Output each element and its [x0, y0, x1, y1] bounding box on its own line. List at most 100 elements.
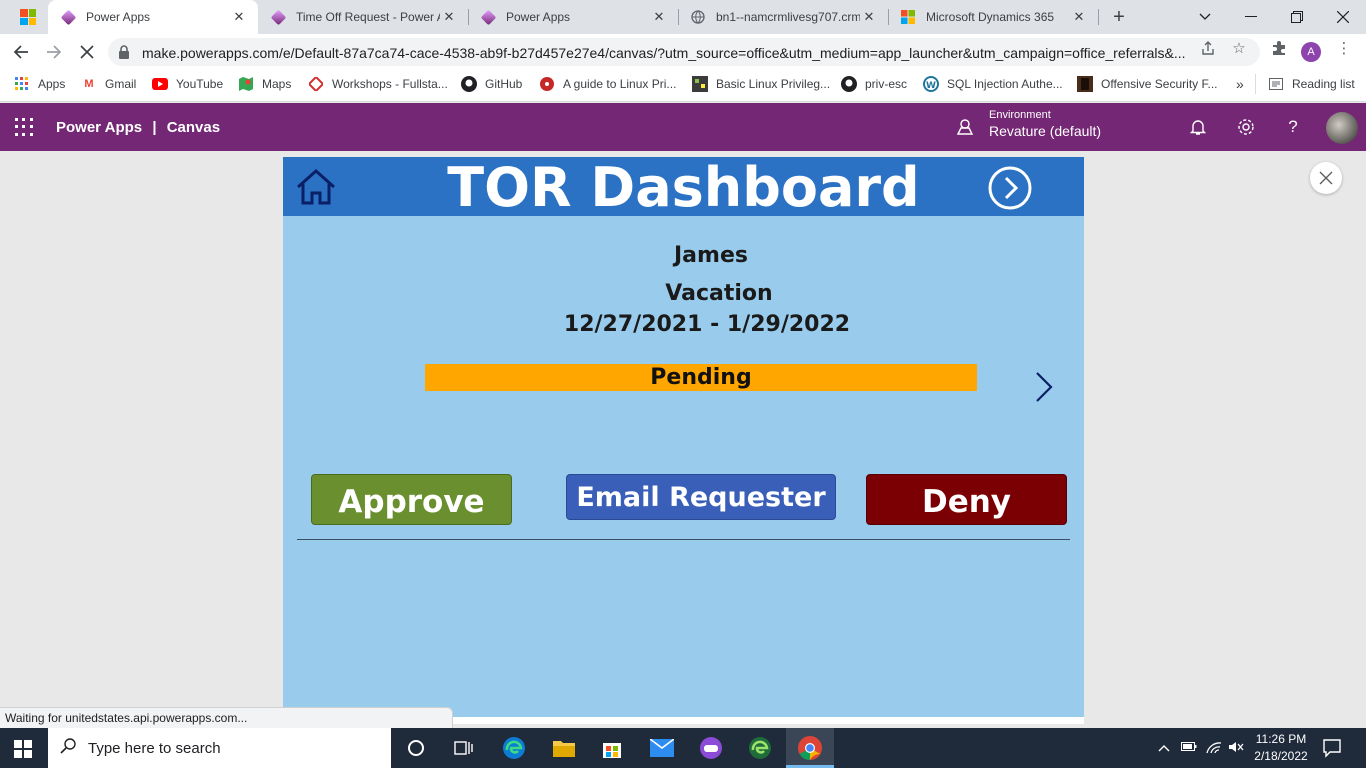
close-tab-icon[interactable]: ✕ — [1070, 8, 1088, 26]
brand-label[interactable]: Power Apps — [56, 119, 142, 136]
close-icon — [1319, 171, 1333, 185]
notifications-bell-icon[interactable] — [1188, 117, 1208, 137]
bookmark-youtube[interactable]: YouTube — [152, 70, 223, 98]
bookmark-workshops[interactable]: Workshops - Fullsta... — [308, 70, 448, 98]
close-app-button[interactable] — [1310, 162, 1342, 194]
tab-search-chevron-icon[interactable] — [1182, 0, 1228, 34]
bookmarks-overflow-button[interactable]: » — [1236, 70, 1244, 98]
wifi-icon[interactable] — [1206, 740, 1222, 757]
power-apps-icon — [480, 9, 496, 25]
apps-grid-icon — [14, 76, 30, 92]
profile-avatar[interactable]: A — [1301, 42, 1321, 62]
environment-icon[interactable] — [956, 118, 974, 136]
app-header-bar: TOR Dashboard — [283, 156, 1084, 219]
chrome-icon[interactable] — [796, 734, 824, 762]
wordpress-icon: W — [923, 76, 939, 92]
taskbar-clock[interactable]: 11:26 PM 2/18/2022 — [1248, 731, 1314, 765]
bookmark-offensive-security[interactable]: Offensive Security F... — [1077, 70, 1218, 98]
tab-title: bn1--namcrmlivesg707.crm — [716, 10, 860, 24]
next-arrow-circle-icon[interactable] — [987, 165, 1033, 211]
bookmark-apps[interactable]: Apps — [14, 70, 65, 98]
mail-icon[interactable] — [648, 734, 676, 762]
volume-muted-icon[interactable] — [1228, 740, 1244, 757]
tab-crm[interactable]: bn1--namcrmlivesg707.crm ✕ — [678, 0, 888, 34]
new-tab-icon[interactable]: + — [1108, 6, 1130, 28]
user-avatar[interactable] — [1326, 112, 1358, 144]
address-bar[interactable]: make.powerapps.com/e/Default-87a7ca74-ca… — [108, 38, 1260, 66]
deny-button[interactable]: Deny — [866, 474, 1067, 525]
bookmark-gmail[interactable]: M Gmail — [81, 70, 136, 98]
more-menu-icon[interactable]: ⋮ — [1335, 40, 1353, 58]
cortana-circle-icon[interactable] — [402, 734, 430, 762]
tab-separator — [1098, 9, 1099, 25]
edge-dev-icon[interactable] — [746, 734, 774, 762]
browser-tab-strip: Power Apps ✕ Time Off Request - Power A … — [0, 0, 1366, 34]
tor-dashboard-canvas: TOR Dashboard James Vacation 12/27/2021 … — [283, 157, 1084, 719]
tab-dynamics-365[interactable]: Microsoft Dynamics 365 ✕ — [888, 0, 1098, 34]
tab-power-apps[interactable]: Power Apps ✕ — [468, 0, 678, 34]
forward-arrow-icon[interactable] — [42, 40, 66, 64]
approve-button[interactable]: Approve — [311, 474, 512, 525]
reading-list-button[interactable]: Reading list — [1255, 74, 1355, 94]
file-explorer-icon[interactable] — [550, 734, 578, 762]
taskbar-search-box[interactable]: Type here to search — [48, 728, 391, 768]
minimize-icon[interactable] — [1228, 0, 1274, 34]
bookmark-priv-esc[interactable]: priv-esc — [841, 70, 907, 98]
globe-icon — [690, 9, 706, 25]
environment-label: Environment — [989, 109, 1051, 121]
bookmark-sql-injection[interactable]: W SQL Injection Authe... — [923, 70, 1063, 98]
battery-icon[interactable] — [1181, 740, 1197, 755]
red-dot-icon — [539, 76, 555, 92]
bookmark-github[interactable]: GitHub — [461, 70, 522, 98]
microsoft-store-icon[interactable] — [598, 734, 626, 762]
back-arrow-icon[interactable] — [9, 40, 33, 64]
bookmark-linux-guide[interactable]: A guide to Linux Pri... — [539, 70, 676, 98]
tray-chevron-up-icon[interactable] — [1158, 740, 1170, 755]
close-tab-icon[interactable]: ✕ — [860, 8, 878, 26]
maps-icon — [238, 76, 254, 92]
start-windows-icon[interactable] — [14, 740, 32, 758]
bookmark-star-icon[interactable]: ☆ — [1230, 40, 1248, 58]
search-icon — [48, 737, 88, 759]
task-view-icon[interactable] — [450, 734, 478, 762]
email-requester-button[interactable]: Email Requester — [566, 474, 836, 520]
bookmark-label: priv-esc — [865, 77, 908, 91]
chevron-right-icon[interactable] — [1032, 370, 1056, 404]
workshops-icon — [308, 76, 324, 92]
app-launcher-waffle-icon[interactable] — [15, 118, 33, 136]
tab-power-apps-active[interactable]: Power Apps ✕ — [48, 0, 258, 34]
restore-icon[interactable] — [1274, 0, 1320, 34]
close-tab-icon[interactable]: ✕ — [230, 8, 248, 26]
help-question-icon[interactable]: ? — [1283, 117, 1303, 137]
bookmark-label: Offensive Security F... — [1101, 77, 1218, 91]
game-controller-icon[interactable] — [697, 734, 725, 762]
microsoft-logo-icon — [900, 9, 916, 25]
settings-gear-icon[interactable] — [1236, 117, 1256, 137]
tab-time-off-request[interactable]: Time Off Request - Power A ✕ — [258, 0, 468, 34]
requester-name: James — [674, 243, 748, 268]
extensions-puzzle-icon[interactable] — [1270, 40, 1288, 58]
close-window-icon[interactable] — [1320, 0, 1366, 34]
svg-text:W: W — [926, 81, 936, 91]
windows-logo-icon — [20, 9, 36, 25]
github-icon — [841, 76, 857, 92]
action-center-icon[interactable] — [1322, 738, 1342, 758]
bookmark-label: GitHub — [485, 77, 523, 91]
section-label: Canvas — [166, 119, 221, 136]
share-icon[interactable] — [1199, 40, 1217, 58]
url-text[interactable]: make.powerapps.com/e/Default-87a7ca74-ca… — [142, 45, 1192, 61]
stop-loading-icon[interactable] — [75, 40, 99, 64]
bookmark-linux-privilege[interactable]: Basic Linux Privileg... — [692, 70, 830, 98]
offsec-icon — [1077, 76, 1093, 92]
app-title: TOR Dashboard — [447, 156, 920, 219]
bookmarks-bar: Apps M Gmail YouTube Maps Workshops - Fu… — [0, 70, 1366, 102]
edge-browser-icon[interactable] — [500, 734, 528, 762]
close-tab-icon[interactable]: ✕ — [440, 8, 458, 26]
environment-value[interactable]: Revature (default) — [989, 123, 1101, 139]
github-icon — [461, 76, 477, 92]
tab-title: Microsoft Dynamics 365 — [926, 10, 1055, 24]
close-tab-icon[interactable]: ✕ — [650, 8, 668, 26]
bookmark-maps[interactable]: Maps — [238, 70, 291, 98]
home-icon[interactable] — [294, 165, 338, 209]
lock-icon[interactable] — [118, 45, 132, 59]
